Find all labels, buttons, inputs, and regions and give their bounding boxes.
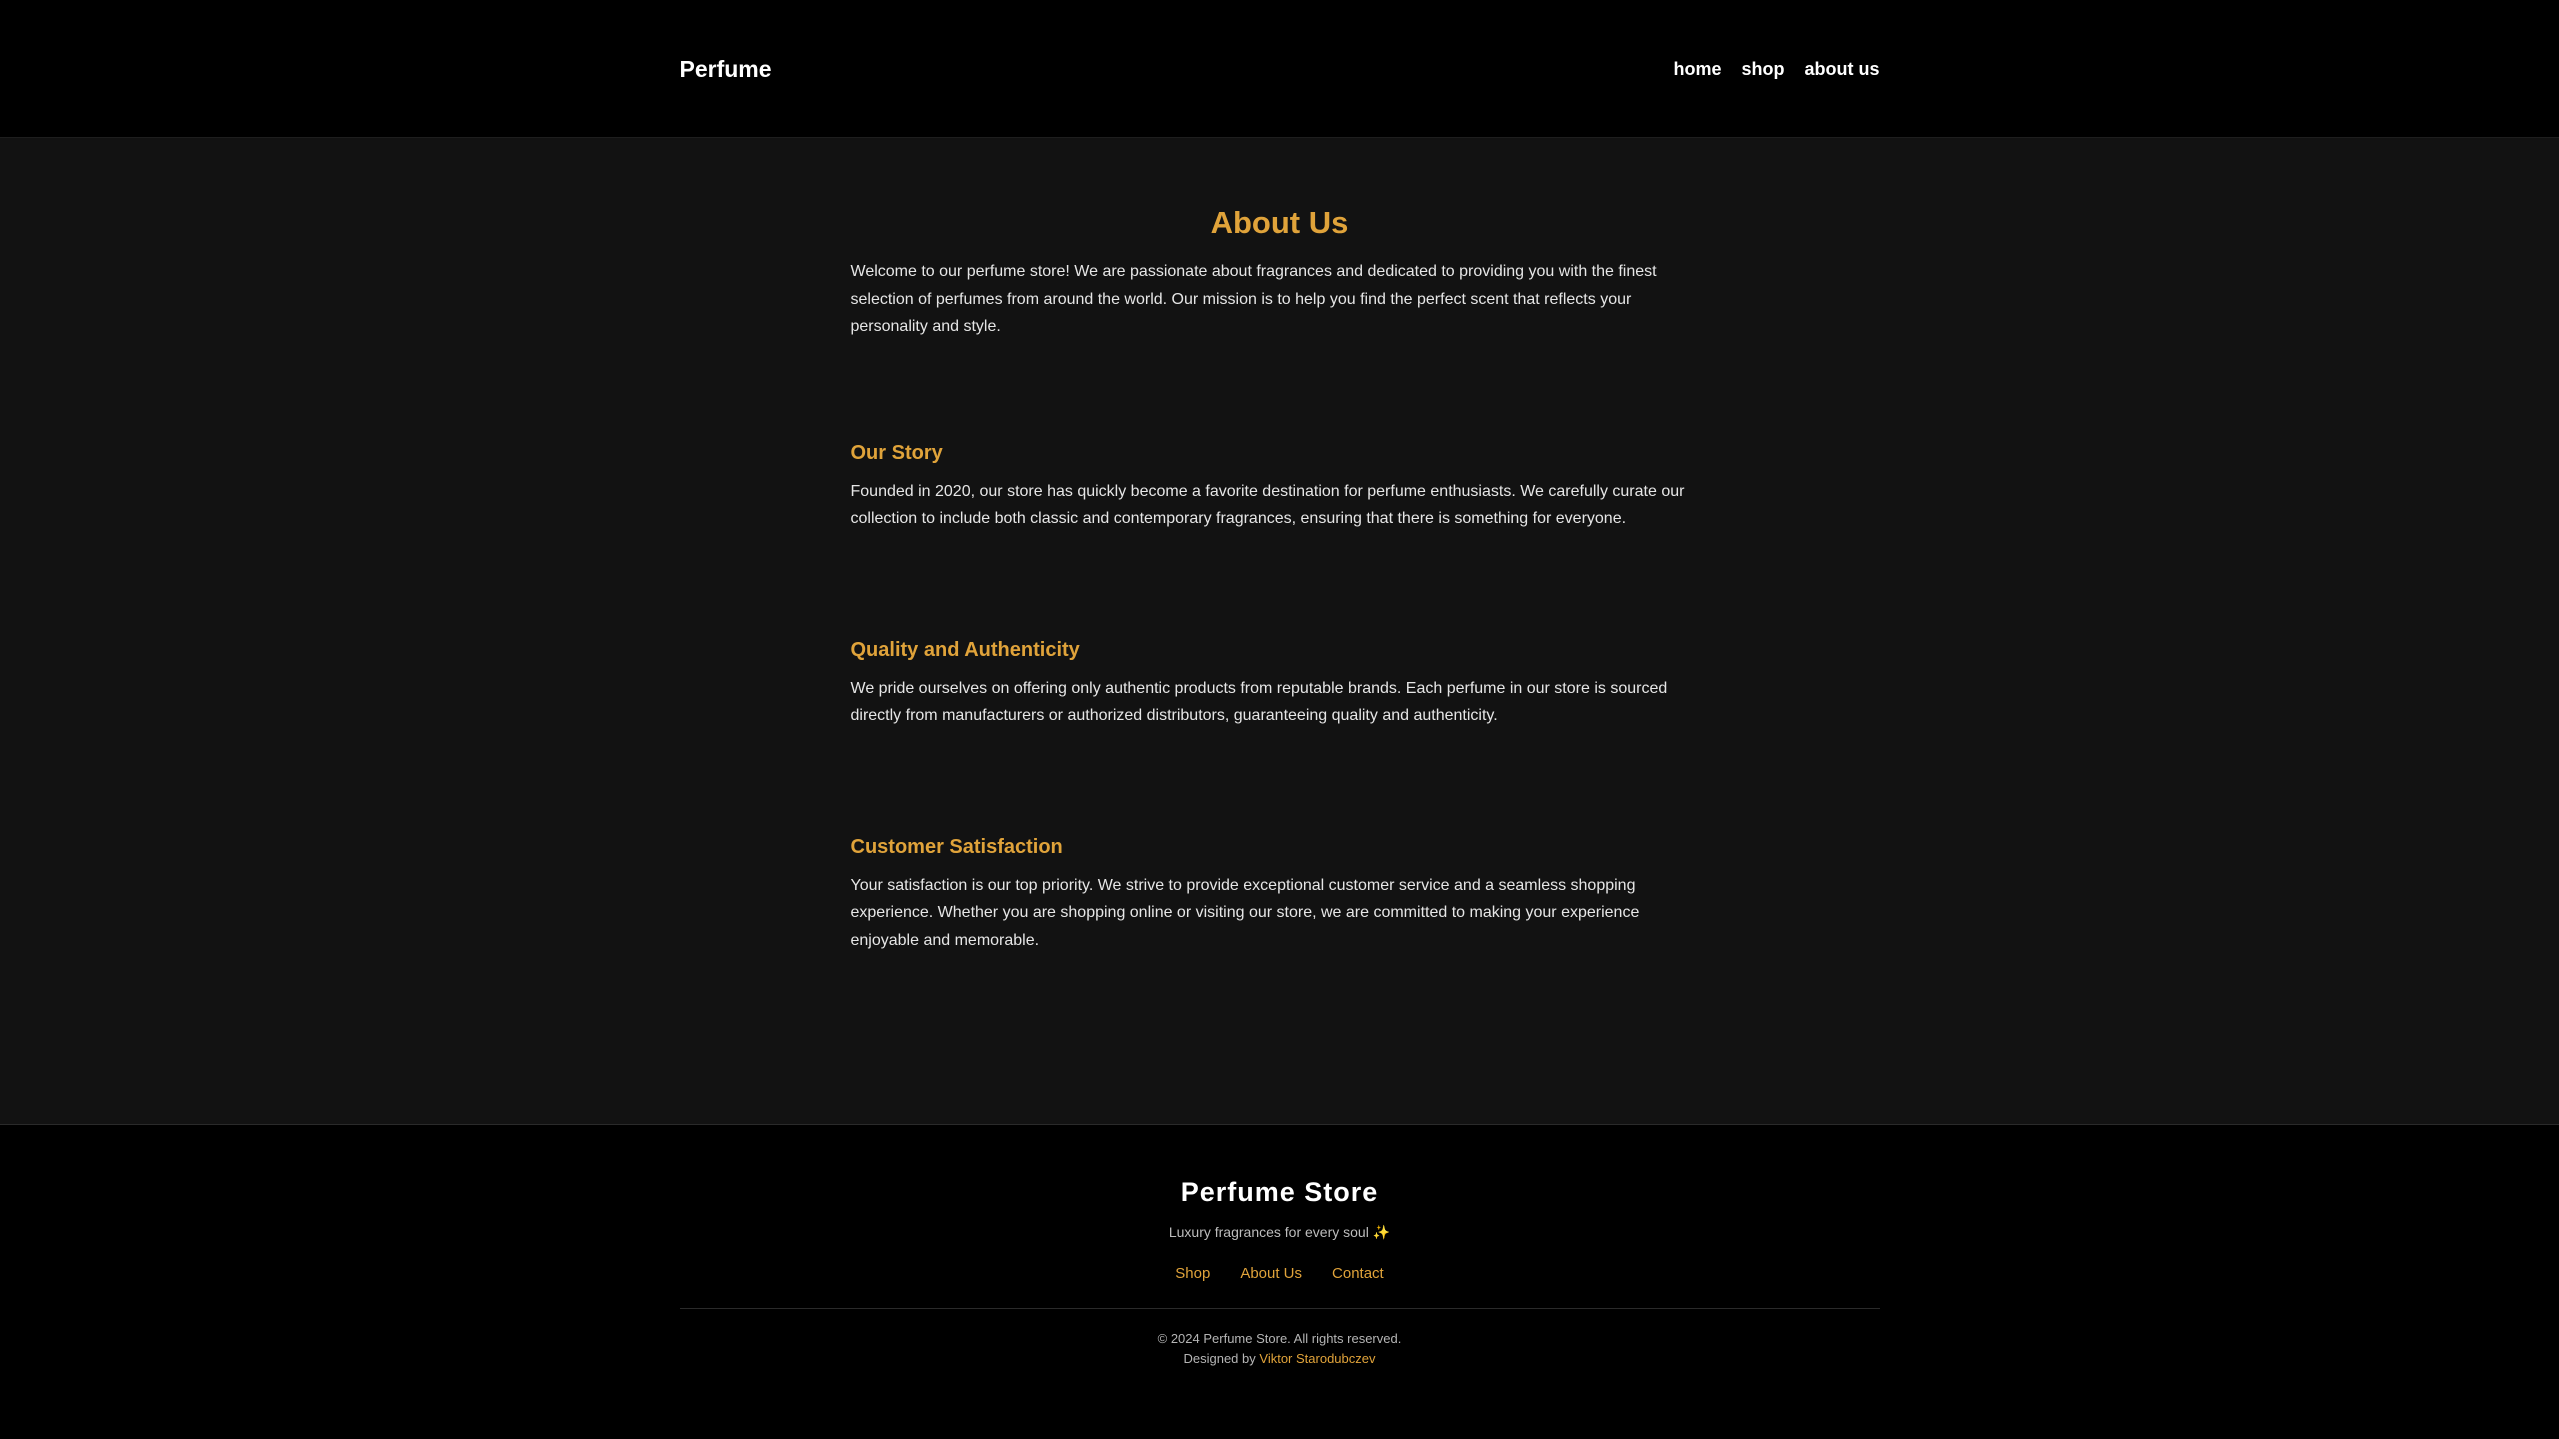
page-title: About Us	[1210, 205, 1349, 240]
footer-title: Perfume Store	[1180, 1177, 1379, 1207]
section-text: We pride ourselves on offering only auth…	[850, 679, 1668, 725]
site-footer: Perfume Store Luxury fragrances for ever…	[0, 1124, 2559, 1439]
section-heading: Quality and Authenticity	[850, 638, 1080, 661]
header-container: Perfume home shop about us	[680, 0, 1880, 138]
footer-tagline: Luxury fragrances for every soul ✨	[0, 1224, 2559, 1241]
section-text: Your satisfaction is our top priority. W…	[850, 876, 1640, 949]
designer-credit: Designed by Viktor Starodubczev	[0, 1351, 2559, 1366]
main-content: About Us Welcome to our perfume store! W…	[0, 138, 2559, 1124]
section-heading: Our Story	[850, 441, 943, 464]
designer-link[interactable]: Viktor Starodubczev	[1259, 1351, 1375, 1366]
section-quality-authenticity: Quality and Authenticity We pride oursel…	[851, 639, 1709, 730]
copyright-text: © 2024 Perfume Store. All rights reserve…	[1157, 1331, 1402, 1346]
footer-tagline-text: Luxury fragrances for every soul	[1168, 1224, 1369, 1240]
nav-link-shop[interactable]: shop	[1742, 59, 1785, 80]
footer-divider	[679, 1308, 1880, 1309]
sparkles-icon: ✨	[1372, 1224, 1391, 1240]
footer-link-about-us[interactable]: About Us	[1240, 1265, 1302, 1282]
site-header: Perfume home shop about us	[0, 0, 2559, 138]
footer-link-shop[interactable]: Shop	[1175, 1265, 1210, 1282]
nav-link-about-us[interactable]: about us	[1805, 59, 1880, 80]
about-content: About Us Welcome to our perfume store! W…	[851, 205, 1709, 954]
footer-links: Shop About Us Contact	[0, 1265, 2559, 1282]
footer-link-contact[interactable]: Contact	[1332, 1265, 1384, 1282]
nav-link-home[interactable]: home	[1673, 59, 1721, 80]
section-heading: Customer Satisfaction	[850, 835, 1063, 858]
brand-logo-link[interactable]: Perfume	[680, 56, 772, 83]
section-customer-satisfaction: Customer Satisfaction Your satisfaction …	[851, 836, 1709, 955]
section-text: Founded in 2020, our store has quickly b…	[850, 482, 1685, 528]
main-nav: home shop about us	[1673, 59, 1879, 80]
intro-paragraph: Welcome to our perfume store! We are pas…	[850, 263, 1657, 335]
designer-credit-prefix: Designed by	[1183, 1351, 1256, 1366]
section-our-story: Our Story Founded in 2020, our store has…	[851, 442, 1709, 533]
